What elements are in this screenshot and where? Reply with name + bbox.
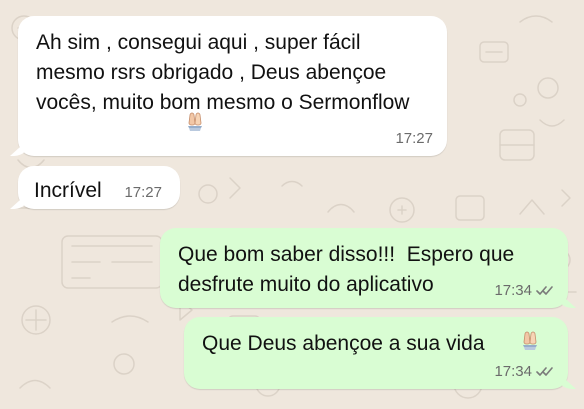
message-time: 17:27 — [124, 184, 162, 201]
message-time: 17:34 — [494, 282, 532, 299]
message-bubble-outgoing-1: Que bom saber disso!!! Espero que desfru… — [160, 228, 568, 308]
message-time: 17:27 — [395, 130, 433, 147]
message-bubble-incoming-1: Ah sim , consegui aqui , super fácil mes… — [18, 16, 447, 156]
double-check-icon — [536, 285, 554, 297]
message-bubble-incoming-2: Incrível 17:27 — [18, 166, 180, 209]
message-bubble-outgoing-2: Que Deus abençoe a sua vida 17:34 — [184, 317, 568, 389]
double-check-icon — [536, 366, 554, 378]
message-time: 17:34 — [494, 363, 532, 380]
message-text: Que Deus abençoe a sua vida — [202, 332, 485, 355]
message-meta: 17:34 — [494, 364, 554, 379]
message-meta: 17:27 — [395, 131, 433, 146]
message-meta: 17:27 — [124, 185, 162, 200]
message-text: Ah sim , consegui aqui , super fácil mes… — [36, 31, 410, 114]
praying-hands-icon — [183, 110, 207, 134]
message-meta: 17:34 — [494, 283, 554, 298]
praying-hands-icon — [518, 329, 542, 353]
